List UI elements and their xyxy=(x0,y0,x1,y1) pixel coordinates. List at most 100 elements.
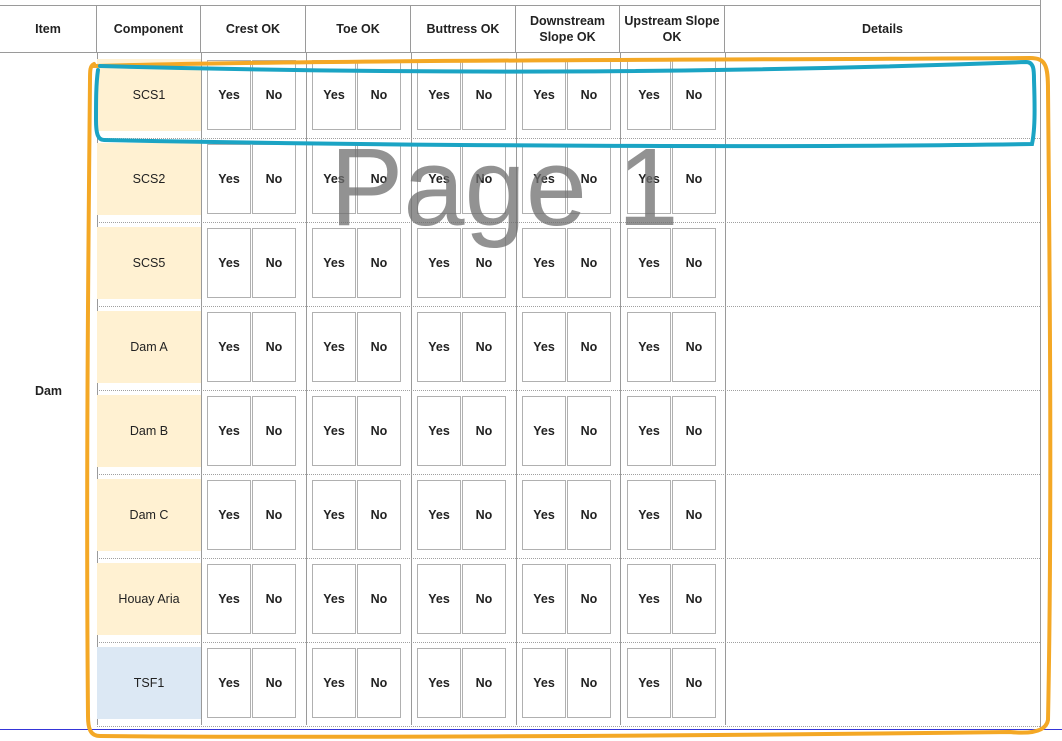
yes-option[interactable]: Yes xyxy=(207,228,251,298)
yes-option[interactable]: Yes xyxy=(522,648,566,718)
no-option[interactable]: No xyxy=(252,228,296,298)
no-option[interactable]: No xyxy=(462,564,506,634)
no-option[interactable]: No xyxy=(357,312,401,382)
yes-option[interactable]: Yes xyxy=(522,228,566,298)
yes-option[interactable]: Yes xyxy=(312,228,356,298)
yes-option[interactable]: Yes xyxy=(312,648,356,718)
no-option[interactable]: No xyxy=(357,60,401,130)
row-separator xyxy=(97,642,1040,643)
yes-option[interactable]: Yes xyxy=(627,480,671,550)
no-option[interactable]: No xyxy=(357,396,401,466)
yes-option[interactable]: Yes xyxy=(312,396,356,466)
no-option[interactable]: No xyxy=(252,60,296,130)
component-cell: SCS1 xyxy=(97,59,201,131)
yes-option[interactable]: Yes xyxy=(312,564,356,634)
yes-option[interactable]: Yes xyxy=(417,564,461,634)
yes-option[interactable]: Yes xyxy=(207,648,251,718)
yes-option[interactable]: Yes xyxy=(522,60,566,130)
no-option[interactable]: No xyxy=(357,648,401,718)
yes-option[interactable]: Yes xyxy=(207,60,251,130)
no-option[interactable]: No xyxy=(252,648,296,718)
no-option[interactable]: No xyxy=(357,144,401,214)
yes-option[interactable]: Yes xyxy=(207,144,251,214)
yes-option[interactable]: Yes xyxy=(522,396,566,466)
no-option[interactable]: No xyxy=(672,312,716,382)
yes-option[interactable]: Yes xyxy=(312,480,356,550)
yes-option[interactable]: Yes xyxy=(627,60,671,130)
no-option[interactable]: No xyxy=(462,60,506,130)
component-cell: Houay Aria xyxy=(97,563,201,635)
no-option[interactable]: No xyxy=(252,144,296,214)
no-option[interactable]: No xyxy=(567,564,611,634)
no-option[interactable]: No xyxy=(567,228,611,298)
no-option[interactable]: No xyxy=(672,564,716,634)
no-option[interactable]: No xyxy=(462,144,506,214)
details-field[interactable] xyxy=(725,227,1040,299)
no-option[interactable]: No xyxy=(672,144,716,214)
no-option[interactable]: No xyxy=(252,312,296,382)
yes-option[interactable]: Yes xyxy=(207,312,251,382)
yes-option[interactable]: Yes xyxy=(522,564,566,634)
yes-option[interactable]: Yes xyxy=(417,60,461,130)
no-option[interactable]: No xyxy=(567,480,611,550)
no-option[interactable]: No xyxy=(357,564,401,634)
no-option[interactable]: No xyxy=(567,648,611,718)
page-break-line xyxy=(0,729,1062,730)
no-option[interactable]: No xyxy=(567,144,611,214)
yes-option[interactable]: Yes xyxy=(207,564,251,634)
yes-option[interactable]: Yes xyxy=(312,144,356,214)
no-option[interactable]: No xyxy=(672,396,716,466)
no-option[interactable]: No xyxy=(252,480,296,550)
no-option[interactable]: No xyxy=(672,60,716,130)
yes-option[interactable]: Yes xyxy=(207,480,251,550)
no-option[interactable]: No xyxy=(252,396,296,466)
header-item: Item xyxy=(0,6,97,52)
yes-option[interactable]: Yes xyxy=(312,312,356,382)
yes-option[interactable]: Yes xyxy=(417,396,461,466)
yes-option[interactable]: Yes xyxy=(522,144,566,214)
table-right-border xyxy=(1040,0,1041,729)
component-cell: SCS5 xyxy=(97,227,201,299)
details-field[interactable] xyxy=(725,143,1040,215)
yes-option[interactable]: Yes xyxy=(627,312,671,382)
column-divider xyxy=(516,53,517,725)
header-details: Details xyxy=(862,22,903,36)
component-cell: Dam C xyxy=(97,479,201,551)
no-option[interactable]: No xyxy=(252,564,296,634)
no-option[interactable]: No xyxy=(672,648,716,718)
details-field[interactable] xyxy=(725,395,1040,467)
no-option[interactable]: No xyxy=(567,60,611,130)
yes-option[interactable]: Yes xyxy=(417,228,461,298)
no-option[interactable]: No xyxy=(567,396,611,466)
no-option[interactable]: No xyxy=(357,228,401,298)
no-option[interactable]: No xyxy=(672,228,716,298)
yes-option[interactable]: Yes xyxy=(627,228,671,298)
details-field[interactable] xyxy=(725,647,1040,719)
yes-option[interactable]: Yes xyxy=(417,480,461,550)
no-option[interactable]: No xyxy=(462,312,506,382)
no-option[interactable]: No xyxy=(462,396,506,466)
yes-option[interactable]: Yes xyxy=(207,396,251,466)
yes-option[interactable]: Yes xyxy=(417,312,461,382)
no-option[interactable]: No xyxy=(462,648,506,718)
details-field[interactable] xyxy=(725,479,1040,551)
no-option[interactable]: No xyxy=(357,480,401,550)
no-option[interactable]: No xyxy=(567,312,611,382)
yes-option[interactable]: Yes xyxy=(522,480,566,550)
yes-option[interactable]: Yes xyxy=(417,648,461,718)
details-field[interactable] xyxy=(725,59,1040,131)
no-option[interactable]: No xyxy=(672,480,716,550)
details-field[interactable] xyxy=(725,311,1040,383)
no-option[interactable]: No xyxy=(462,480,506,550)
row-separator xyxy=(97,222,1040,223)
yes-option[interactable]: Yes xyxy=(627,648,671,718)
yes-option[interactable]: Yes xyxy=(627,396,671,466)
header-buttress-ok: Buttress OK xyxy=(411,6,516,52)
yes-option[interactable]: Yes xyxy=(627,564,671,634)
details-field[interactable] xyxy=(725,563,1040,635)
yes-option[interactable]: Yes xyxy=(627,144,671,214)
yes-option[interactable]: Yes xyxy=(522,312,566,382)
yes-option[interactable]: Yes xyxy=(417,144,461,214)
no-option[interactable]: No xyxy=(462,228,506,298)
yes-option[interactable]: Yes xyxy=(312,60,356,130)
